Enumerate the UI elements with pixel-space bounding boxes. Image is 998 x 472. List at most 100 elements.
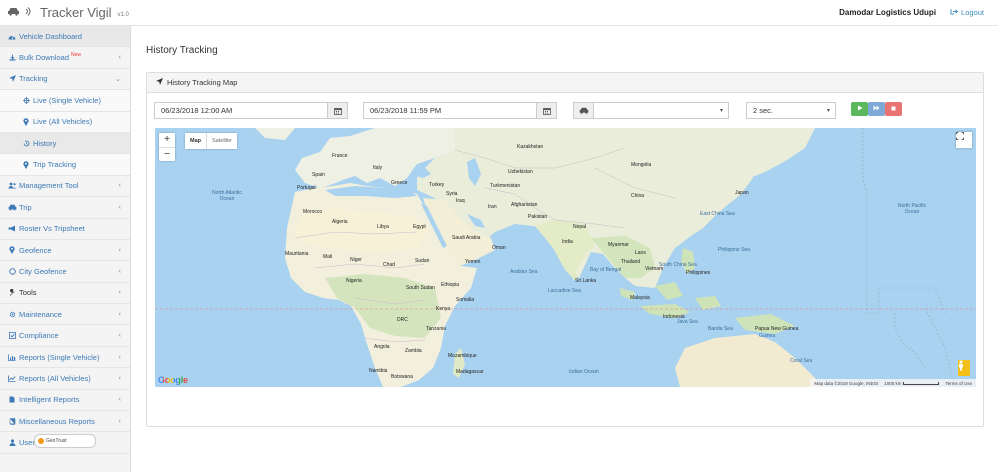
sidebar-item-vehicle-dashboard[interactable]: Vehicle Dashboard [0, 26, 130, 48]
map-ocean-label: North Atlantic Ocean [212, 190, 242, 202]
crosshair-icon [21, 96, 31, 104]
sidebar-item-intelligent-reports[interactable]: Intelligent Reports ‹ [0, 390, 130, 412]
map-country-label: Papua New Guinea [755, 326, 799, 332]
signal-icon [24, 7, 32, 18]
speed-select[interactable]: 2 sec. ▾ [746, 102, 836, 119]
sidebar-item-compliance[interactable]: Compliance ‹ [0, 325, 130, 347]
map-country-label: Botswana [391, 374, 413, 380]
map-ocean-label: Laccadive Sea [548, 288, 581, 294]
car-icon [7, 204, 17, 211]
sidebar-item-trip[interactable]: Trip ‹ [0, 197, 130, 219]
panel-title: History Tracking Map [167, 78, 238, 87]
wrench-icon [7, 289, 17, 297]
map-country-label: Niger [350, 257, 362, 263]
app-version: v1.0 [117, 11, 129, 18]
top-navbar: Tracker Vigil v1.0 Damodar Logistics Udu… [0, 0, 998, 26]
sidebar-item-bulk-download[interactable]: Bulk Download New ‹ [0, 47, 130, 69]
map-marker-icon [21, 160, 31, 169]
brand[interactable]: Tracker Vigil v1.0 [0, 5, 131, 20]
location-arrow-icon [156, 78, 163, 87]
zoom-out-button[interactable]: − [159, 148, 175, 162]
sidebar-item-reports-all-vehicles[interactable]: Reports (All Vehicles) ‹ [0, 368, 130, 390]
fast-forward-button[interactable] [868, 102, 885, 116]
sidebar-item-roster-vs-tripsheet[interactable]: Roster Vs Tripsheet [0, 219, 130, 240]
vehicle-select[interactable]: ▾ [573, 102, 729, 119]
logout-link[interactable]: Logout [950, 8, 984, 17]
chevron-left-icon: ‹ [118, 54, 121, 62]
chevron-left-icon: ‹ [118, 310, 121, 318]
sidebar-item-miscellaneous-reports[interactable]: Miscellaneous Reports ‹ [0, 411, 130, 433]
bullhorn-icon [7, 225, 17, 232]
sidebar-item-reports-single-vehicle[interactable]: Reports (Single Vehicle) ‹ [0, 347, 130, 369]
sidebar-item-live-single-vehicle[interactable]: Live (Single Vehicle) [0, 90, 130, 112]
play-button[interactable] [851, 102, 868, 116]
map-country-label: Somalia [456, 297, 475, 303]
map-country-label: Madagascar [456, 369, 484, 375]
sidebar-item-label: Intelligent Reports [19, 395, 80, 405]
map-ocean-label: Coral Sea [790, 358, 813, 364]
user-icon [7, 439, 17, 447]
sidebar-item-label: Miscellaneous Reports [19, 416, 95, 426]
map-country-label: Laos [635, 250, 646, 256]
sidebar-item-maintenance[interactable]: Maintenance ‹ [0, 304, 130, 326]
map-ocean-label: Indian Ocean [569, 369, 599, 375]
map-ocean-label: North Pacific Ocean [897, 203, 927, 215]
map-country-label: Nepal [573, 224, 587, 230]
logout-label: Logout [961, 8, 984, 17]
chevron-down-icon: ⌄ [115, 75, 121, 83]
geotrust-logo-text: GeoTrust [46, 438, 67, 444]
map-country-label: Greece [391, 180, 408, 186]
geotrust-logo: GeoTrust [34, 434, 96, 448]
scale-label: 1000 km [884, 380, 902, 386]
map-country-label: China [631, 193, 645, 199]
from-datetime-input[interactable]: 06/23/2018 12:00 AM [154, 102, 348, 119]
attribution-text: Map data ©2018 Google, INEGI [814, 380, 879, 386]
sidebar-item-tools[interactable]: Tools ‹ [0, 283, 130, 305]
sidebar-item-tracking[interactable]: Tracking ⌄ [0, 69, 130, 91]
google-logo: Google [158, 375, 188, 385]
chevron-left-icon: ‹ [118, 289, 121, 297]
map-type-map-button[interactable]: Map [185, 133, 206, 149]
stop-button[interactable] [885, 102, 902, 116]
car-icon [7, 7, 20, 18]
sidebar-item-live-all-vehicles[interactable]: Live (All Vehicles) [0, 111, 130, 133]
map-country-label: Mali [323, 254, 333, 260]
sidebar-item-label: City Geofence [19, 266, 67, 276]
map-country-label: Oman [492, 245, 506, 251]
chevron-left-icon: ‹ [118, 417, 121, 425]
sidebar-item-management-tool[interactable]: Management Tool ‹ [0, 176, 130, 198]
fullscreen-button[interactable] [956, 132, 972, 148]
sidebar: Vehicle Dashboard Bulk Download New ‹ Tracki… [0, 26, 131, 472]
map-country-label: Mozambique [448, 353, 477, 359]
map-type-control: Map Satellite [185, 133, 237, 149]
terms-link[interactable]: Terms of Use [945, 381, 972, 386]
map-country-label: Zambia [405, 348, 422, 354]
map-type-satellite-button[interactable]: Satellite [206, 133, 237, 149]
sidebar-item-label: Geofence [19, 245, 52, 255]
sidebar-item-label: Tools [19, 288, 37, 298]
chevron-left-icon: ‹ [118, 396, 121, 404]
map-country-label: Myanmar [608, 242, 629, 248]
sidebar-item-label: Trip Tracking [33, 160, 77, 170]
app-title: Tracker Vigil [40, 5, 112, 20]
map-country-label: Egypt [413, 224, 426, 230]
map-country-label: Japan [735, 190, 749, 196]
chevron-down-icon: ▾ [826, 108, 830, 114]
sidebar-item-city-geofence[interactable]: City Geofence ‹ [0, 261, 130, 283]
to-datetime-input[interactable]: 06/23/2018 11:59 PM [363, 102, 557, 119]
map-country-label: Pakistan [528, 214, 548, 220]
calendar-icon[interactable] [536, 103, 556, 118]
sidebar-item-trip-tracking[interactable]: Trip Tracking [0, 154, 130, 176]
map-ocean-label: Bay of Bengal [590, 267, 622, 273]
street-view-pegman[interactable] [958, 360, 970, 376]
zoom-in-button[interactable]: + [159, 133, 175, 148]
chevron-left-icon: ‹ [118, 374, 121, 382]
sidebar-item-label: Reports (Single Vehicle) [19, 352, 100, 362]
history-map[interactable]: France Spain Portugal Italy Greece Turkey Kaza… [155, 128, 976, 387]
calendar-icon[interactable] [327, 103, 347, 118]
sidebar-item-history[interactable]: History [0, 132, 130, 155]
map-country-label: Turkmenistan [490, 183, 521, 189]
map-country-label: Spain [312, 172, 325, 178]
map-country-label: Namibia [369, 368, 388, 374]
sidebar-item-geofence[interactable]: Geofence ‹ [0, 240, 130, 262]
